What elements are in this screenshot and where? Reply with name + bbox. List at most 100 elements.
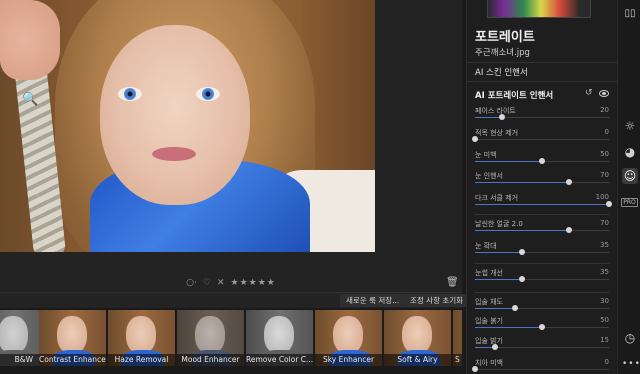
portrait-enhancer-header[interactable]: AI 포트레이트 인핸서	[475, 89, 553, 101]
slider-knob[interactable]	[518, 276, 525, 282]
slider-value: 0	[604, 358, 609, 366]
slider-fill	[475, 161, 542, 162]
slider-row[interactable]: 눈썹 개선 35	[475, 268, 609, 288]
slider-row[interactable]: 눈 확대 35	[475, 241, 609, 261]
save-preset-button[interactable]: 새로운 룩 저장...	[340, 294, 406, 307]
slider-knob[interactable]	[472, 136, 478, 142]
photo-hand	[0, 0, 60, 80]
reset-adjustments-button[interactable]: 조정 사항 초기화	[404, 294, 470, 307]
slider-row[interactable]: 적목 현상 제거 0	[472, 128, 609, 148]
preset-thumb[interactable]: Haze Removal	[108, 310, 175, 366]
slider-row[interactable]: 날씬한 얼굴 2.0 70	[475, 219, 609, 239]
slider-label: 적목 현상 제거	[475, 129, 519, 137]
preset-thumb-label: Remove Color C...	[246, 354, 313, 366]
slider-value: 0	[604, 128, 609, 136]
preset-thumb-label: Haze Removal	[108, 354, 175, 366]
slider-label: 눈썹 개선	[475, 269, 503, 277]
panel-title: 포트레이트	[475, 30, 535, 45]
slider-label: 입술 붉기	[475, 317, 503, 325]
slider-fill	[475, 204, 609, 205]
slider-track[interactable]	[475, 369, 609, 370]
slider-fill	[475, 182, 569, 183]
slider-knob[interactable]	[565, 227, 572, 233]
slider-label: 다크 서클 제거	[475, 194, 519, 202]
slider-row[interactable]: 입술 채도 30	[475, 297, 609, 317]
photo-lips	[152, 147, 196, 161]
preset-thumb[interactable]: S	[453, 310, 462, 366]
action-row: 새로운 룩 저장... 조정 사항 초기화	[0, 292, 470, 307]
slider-row[interactable]: 눈 미백 50	[475, 150, 609, 170]
divider	[475, 214, 609, 215]
slider-knob[interactable]	[472, 366, 478, 372]
slider-knob[interactable]	[498, 114, 505, 120]
slider-track[interactable]	[475, 139, 609, 140]
slider-value: 35	[600, 241, 609, 249]
slider-value: 50	[600, 316, 609, 324]
slider-fill	[475, 327, 542, 328]
light-icon[interactable]: ☼	[622, 118, 638, 134]
slider-label: 눈 미백	[475, 151, 497, 159]
slider-fill	[475, 308, 516, 309]
slider-value: 30	[600, 297, 609, 305]
pro-badge[interactable]: PRO	[621, 198, 638, 207]
slider-fill	[475, 252, 522, 253]
favorite-heart-icon[interactable]: ♡	[203, 278, 211, 288]
slider-row[interactable]: 입술 밝기 15	[475, 336, 609, 356]
slider-fill	[475, 279, 522, 280]
slider-row[interactable]: 입술 붉기 50	[475, 316, 609, 336]
slider-value: 70	[600, 171, 609, 179]
preset-thumb-label: S	[453, 354, 462, 366]
preset-thumb[interactable]: Remove Color C...	[246, 310, 313, 366]
slider-label: 눈 확대	[475, 242, 497, 250]
more-icon[interactable]: •••	[622, 356, 640, 372]
slider-knob[interactable]	[512, 305, 519, 311]
photo-canvas[interactable]: 🔍	[0, 0, 375, 252]
histogram	[487, 0, 591, 18]
reset-icon[interactable]: ↺	[585, 88, 593, 98]
slider-label: 페이스 라이트	[475, 107, 516, 115]
preset-thumb[interactable]: Contrast Enhancer	[39, 310, 106, 366]
slider-value: 50	[600, 150, 609, 158]
slider-row[interactable]: 치아 미백 0	[472, 358, 609, 374]
slider-value: 35	[600, 268, 609, 276]
color-label-icon[interactable]: ○·	[186, 278, 197, 288]
preset-thumb-label: Sky Enhancer	[315, 354, 382, 366]
divider	[475, 263, 609, 264]
slider-knob[interactable]	[606, 201, 612, 207]
slider-fill	[475, 230, 569, 231]
preset-filmstrip: B&W Contrast Enhancer Haze Removal Mood …	[0, 308, 462, 374]
slider-knob[interactable]	[565, 179, 572, 185]
slider-row[interactable]: 눈 인핸서 70	[475, 171, 609, 191]
slider-knob[interactable]	[518, 249, 525, 255]
slider-knob[interactable]	[539, 324, 545, 330]
preset-thumb[interactable]: Mood Enhancer	[177, 310, 244, 366]
adjustment-panel: 포트레이트 주근깨소녀.jpg AI 스킨 인핸서 AI 포트레이트 인핸서 ↺…	[466, 0, 617, 374]
slider-knob[interactable]	[492, 344, 499, 350]
star-rating[interactable]: ★★★★★	[231, 278, 276, 288]
trash-icon[interactable]: 🗑	[446, 277, 459, 288]
visibility-eye-icon[interactable]	[599, 90, 609, 97]
palette-icon[interactable]: ◕	[622, 144, 638, 160]
preset-thumb[interactable]: Sky Enhancer	[315, 310, 382, 366]
zoom-in-cursor-icon: 🔍	[22, 92, 39, 107]
file-name: 주근깨소녀.jpg	[475, 48, 530, 58]
slider-row[interactable]: 다크 서클 제거 100	[475, 193, 612, 213]
slider-label: 치아 미백	[475, 359, 503, 367]
preset-thumb-label: Contrast Enhancer	[39, 354, 106, 366]
slider-label: 입술 채도	[475, 298, 503, 306]
slider-row[interactable]: 페이스 라이트 20	[475, 106, 609, 126]
slider-label: 날씬한 얼굴 2.0	[475, 220, 523, 228]
history-clock-icon[interactable]: ◷	[622, 330, 638, 346]
skin-enhancer-section[interactable]: AI 스킨 인핸서	[467, 62, 617, 82]
preset-thumb-label: Mood Enhancer	[177, 354, 244, 366]
slider-knob[interactable]	[539, 158, 545, 164]
compare-icon[interactable]: ▯▯	[622, 6, 638, 22]
tool-strip: ▯▯ ☼ ◕ ☺ PRO ◷ •••	[617, 0, 640, 374]
slider-value: 70	[600, 219, 609, 227]
divider	[475, 292, 609, 293]
slider-value: 20	[600, 106, 609, 114]
photo-face	[100, 25, 250, 205]
portrait-face-icon[interactable]: ☺	[622, 168, 638, 184]
preset-thumb[interactable]: Soft & Airy	[384, 310, 451, 366]
reject-icon[interactable]: ✕	[217, 278, 225, 288]
